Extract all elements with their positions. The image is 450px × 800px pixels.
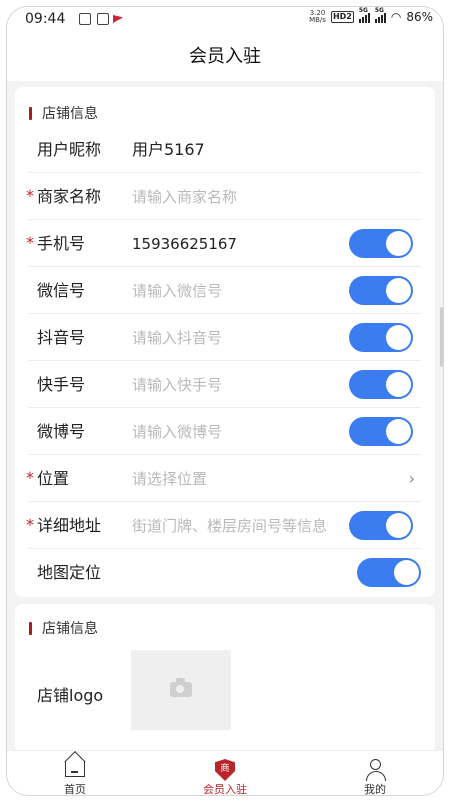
status-bar: 09:44 3.20 MB/s HD2 5G 5G ◠ 86% (7, 7, 443, 33)
wechat-input[interactable] (132, 277, 352, 304)
section-accent-bar (29, 621, 32, 635)
map-location-toggle[interactable] (357, 558, 421, 587)
wechat-visibility-toggle[interactable] (349, 276, 413, 305)
phone-input[interactable] (132, 230, 352, 257)
store-logo-card: 店铺信息 店铺logo (15, 604, 435, 755)
logo-upload-button[interactable] (131, 650, 231, 730)
location-row[interactable]: * 位置 › (26, 455, 421, 502)
hd-icon: HD2 (330, 11, 354, 23)
page-title: 会员入驻 (7, 33, 443, 81)
scrollbar[interactable] (440, 307, 443, 367)
location-select[interactable] (132, 465, 352, 492)
status-time: 09:44 (25, 11, 66, 27)
wifi-icon: ◠ (390, 10, 402, 24)
store-logo-row: 店铺logo (29, 644, 421, 755)
shield-icon: 商 (215, 759, 235, 781)
camera-icon (170, 678, 192, 697)
phone-screen: 09:44 3.20 MB/s HD2 5G 5G ◠ 86% 会员入驻 店铺信… (6, 6, 444, 796)
kuaishou-visibility-toggle[interactable] (349, 370, 413, 399)
signal-icon: 5G (358, 7, 370, 23)
home-icon (65, 761, 85, 777)
merchant-name-row: * 商家名称 (26, 173, 421, 220)
gallery-icon (97, 13, 109, 25)
map-location-row: 地图定位 (29, 549, 421, 596)
net-speed: 3.20 MB/s (309, 9, 326, 24)
signal-icon-2: 5G (374, 7, 386, 23)
address-row: * 详细地址 (26, 502, 421, 549)
weibo-visibility-toggle[interactable] (349, 417, 413, 446)
phone-row: * 手机号 (26, 220, 421, 267)
phone-visibility-toggle[interactable] (349, 229, 413, 258)
section-title-2: 店铺信息 (29, 618, 98, 638)
notification-icon (79, 13, 91, 25)
address-input[interactable] (132, 512, 342, 539)
weibo-input[interactable] (132, 418, 352, 445)
chevron-right-icon: › (408, 469, 415, 488)
address-visibility-toggle[interactable] (349, 511, 413, 540)
weibo-row: 微博号 (29, 408, 421, 455)
nickname-value: 用户5167 (132, 140, 205, 159)
nickname-row: 用户昵称 用户5167 (29, 126, 421, 173)
douyin-input[interactable] (132, 324, 352, 351)
section-title: 店铺信息 (29, 103, 98, 123)
kuaishou-row: 快手号 (29, 361, 421, 408)
merchant-name-input[interactable] (132, 183, 352, 210)
wechat-row: 微信号 (29, 267, 421, 314)
douyin-visibility-toggle[interactable] (349, 323, 413, 352)
kuaishou-input[interactable] (132, 371, 352, 398)
douyin-row: 抖音号 (29, 314, 421, 361)
bottom-tab-bar: 首页 商 会员入驻 我的 (7, 750, 443, 795)
user-icon (365, 759, 386, 781)
flag-icon (113, 15, 123, 23)
store-info-card: 店铺信息 用户昵称 用户5167 * 商家名称 * 手机号 微信号 抖音号 (15, 87, 435, 597)
battery-level: 86% (406, 10, 433, 24)
section-accent-bar (29, 106, 32, 120)
